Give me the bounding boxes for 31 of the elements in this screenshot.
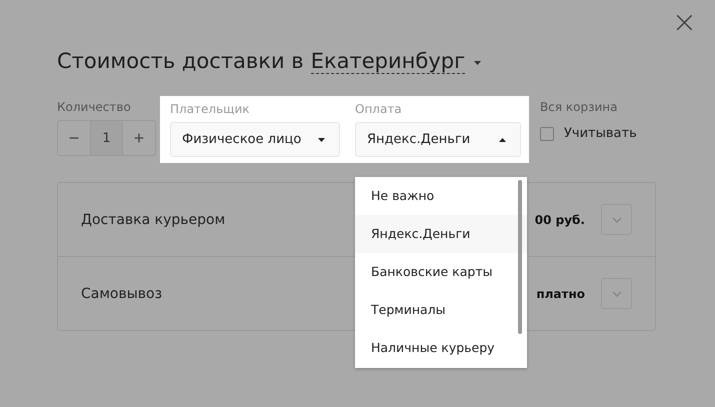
dropdown-option[interactable]: Не важно (355, 177, 527, 215)
chevron-down-icon (612, 290, 622, 296)
dropdown-option[interactable]: Яндекс.Деньги (355, 215, 527, 253)
checkbox-label: Учитывать (564, 126, 637, 141)
checkbox[interactable] (540, 126, 554, 140)
dialog-title: Стоимость доставки в (57, 49, 304, 73)
payment-label: Оплата (355, 102, 403, 118)
expand-button[interactable] (601, 278, 632, 309)
dropdown-option[interactable]: Терминалы (355, 291, 527, 329)
scrollbar[interactable] (518, 180, 522, 334)
plus-button[interactable]: + (123, 121, 155, 155)
delivery-method: Самовывоз (81, 286, 164, 302)
quantity-field[interactable]: 1 (90, 121, 123, 155)
delivery-method: Доставка курьером (81, 212, 226, 228)
cart-label: Вся корзина (540, 100, 618, 116)
dropdown-option[interactable]: Банковские карты (355, 253, 527, 291)
quantity-label: Количество (57, 100, 132, 116)
close-button[interactable]: × (672, 8, 697, 38)
expand-button[interactable] (601, 204, 632, 235)
chevron-down-icon (612, 216, 622, 222)
dropdown-option[interactable]: Наличные курьеру (355, 329, 527, 367)
minus-button[interactable]: − (58, 121, 90, 155)
caret-icon (318, 138, 325, 142)
payer-select[interactable]: Физическое лицо (170, 122, 340, 157)
delivery-price: платно (536, 286, 585, 300)
city-link[interactable]: Екатеринбург (310, 48, 466, 74)
caret-icon (499, 138, 506, 142)
payment-select[interactable]: Яндекс.Деньги (355, 122, 521, 157)
payer-label: Плательщик (170, 102, 251, 118)
delivery-price: 00 руб. (534, 212, 585, 226)
caret-icon (474, 61, 482, 65)
